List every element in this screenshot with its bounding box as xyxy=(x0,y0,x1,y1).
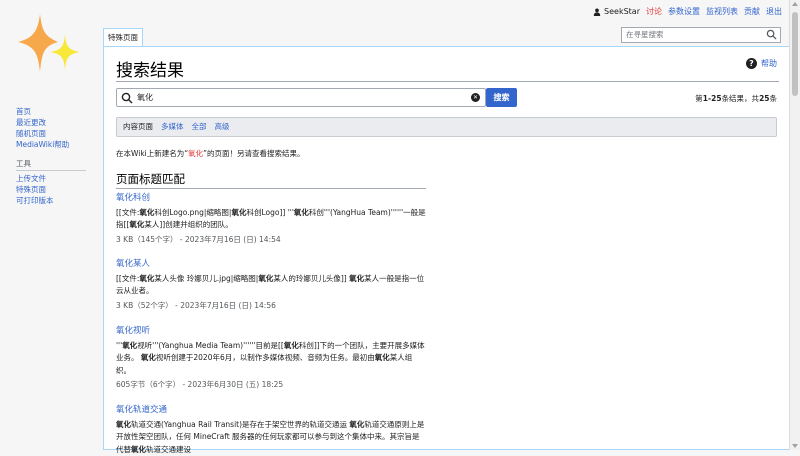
page-title: 搜索结果 xyxy=(116,56,184,81)
section-heading: 页面标题匹配 xyxy=(116,171,426,189)
search-input[interactable]: 氧化 ✕ xyxy=(116,88,486,107)
sidebar-item-home[interactable]: 首页 xyxy=(16,106,86,117)
search-input-value: 氧化 xyxy=(137,89,153,106)
search-result: 氧化科创 [[文件:氧化科创Logo.png|缩略图|氧化科创Logo]] ''… xyxy=(116,192,426,246)
personal-tools: SeekStar 讨论 参数设置 监视列表 贡献 退出 xyxy=(593,6,782,17)
result-snippet: [[文件:氧化某人头像 玲娜贝儿.jpg|缩略图|氧化某人的玲娜贝儿头像]] 氧… xyxy=(116,273,426,298)
result-title-link[interactable]: 氧化轨道交通 xyxy=(116,404,426,417)
sidebar: 首页 最近更改 随机页面 MediaWiki帮助 工具 上传文件 特殊页面 可打… xyxy=(16,106,86,206)
help-label: 帮助 xyxy=(761,58,777,69)
sidebar-item-random-page[interactable]: 随机页面 xyxy=(16,128,86,139)
contributions-link[interactable]: 贡献 xyxy=(744,6,760,17)
scroll-down-arrow[interactable] xyxy=(792,444,798,448)
result-title-link[interactable]: 氧化视听 xyxy=(116,325,426,338)
result-meta: 3 KB（145个字） - 2023年7月16日 (日) 14:54 xyxy=(116,234,426,247)
talk-link[interactable]: 讨论 xyxy=(646,6,662,17)
top-search-input[interactable]: 在寻星搜索 xyxy=(621,27,781,43)
user-link[interactable]: SeekStar xyxy=(593,7,640,16)
sidebar-item-printable-version[interactable]: 可打印版本 xyxy=(16,195,86,206)
page-scrollbar[interactable] xyxy=(789,0,800,450)
search-result: 氧化某人 [[文件:氧化某人头像 玲娜贝儿.jpg|缩略图|氧化某人的玲娜贝儿头… xyxy=(116,258,426,312)
preferences-link[interactable]: 参数设置 xyxy=(668,6,700,17)
clear-icon[interactable]: ✕ xyxy=(471,93,480,102)
search-icon[interactable] xyxy=(766,29,777,40)
result-snippet: [[文件:氧化科创Logo.png|缩略图|氧化科创Logo]] '''氧化科创… xyxy=(116,207,426,232)
search-result: 氧化视听 '''氧化视听'''(Yanghua Media Team)'''''… xyxy=(116,325,426,392)
top-search-placeholder: 在寻星搜索 xyxy=(626,30,664,39)
result-title-link[interactable]: 氧化某人 xyxy=(116,258,426,271)
tab-special-page[interactable]: 特殊页面 xyxy=(103,28,143,47)
tab-advanced[interactable]: 高级 xyxy=(215,118,230,136)
create-page-link[interactable]: 氧化 xyxy=(188,149,203,158)
help-icon: ? xyxy=(746,58,757,69)
sidebar-item-recent-changes[interactable]: 最近更改 xyxy=(16,117,86,128)
tab-content-pages[interactable]: 内容页面 xyxy=(123,118,153,136)
site-logo[interactable] xyxy=(14,12,86,78)
help-link[interactable]: ? 帮助 xyxy=(746,58,777,69)
search-button[interactable]: 搜索 xyxy=(486,88,517,107)
title-divider xyxy=(116,81,779,82)
user-icon xyxy=(593,8,601,16)
sidebar-item-special-pages[interactable]: 特殊页面 xyxy=(16,184,86,195)
logout-link[interactable]: 退出 xyxy=(766,6,782,17)
result-title-link[interactable]: 氧化科创 xyxy=(116,192,426,205)
search-icon xyxy=(121,92,133,104)
sidebar-item-upload-file[interactable]: 上传文件 xyxy=(16,173,86,184)
result-snippet: '''氧化视听'''(Yanghua Media Team)''''''目前是[… xyxy=(116,340,426,378)
tab-all[interactable]: 全部 xyxy=(192,118,207,136)
result-snippet: 氧化轨道交通(Yanghua Rail Transit)是存在于架空世界的轨道交… xyxy=(116,419,426,456)
search-profile-tabs: 内容页面 多媒体 全部 高级 xyxy=(116,117,777,137)
watchlist-link[interactable]: 监视列表 xyxy=(706,6,738,17)
result-count: 第1-25条结果，共25条 xyxy=(695,93,777,104)
username: SeekStar xyxy=(604,7,640,16)
scroll-up-arrow[interactable] xyxy=(792,2,798,6)
scrollbar-thumb[interactable] xyxy=(792,12,798,96)
star-logo-icon xyxy=(14,12,86,78)
result-meta: 3 KB（52个字） - 2023年7月16日 (日) 14:56 xyxy=(116,300,426,313)
tools-heading: 工具 xyxy=(16,158,86,171)
create-page-note: 在本Wiki上新建名为“氧化”的页面！另请查看搜索结果。 xyxy=(116,148,305,159)
result-meta: 605字节（6个字） - 2023年6月30日 (五) 18:25 xyxy=(116,379,426,392)
sidebar-item-mediawiki-help[interactable]: MediaWiki帮助 xyxy=(16,139,86,150)
search-result: 氧化轨道交通 氧化轨道交通(Yanghua Rail Transit)是存在于架… xyxy=(116,404,426,456)
content-area: 搜索结果 ? 帮助 氧化 ✕ 搜索 第1-25条结果，共25条 内容页面 多媒体… xyxy=(103,46,790,450)
tab-multimedia[interactable]: 多媒体 xyxy=(161,118,184,136)
